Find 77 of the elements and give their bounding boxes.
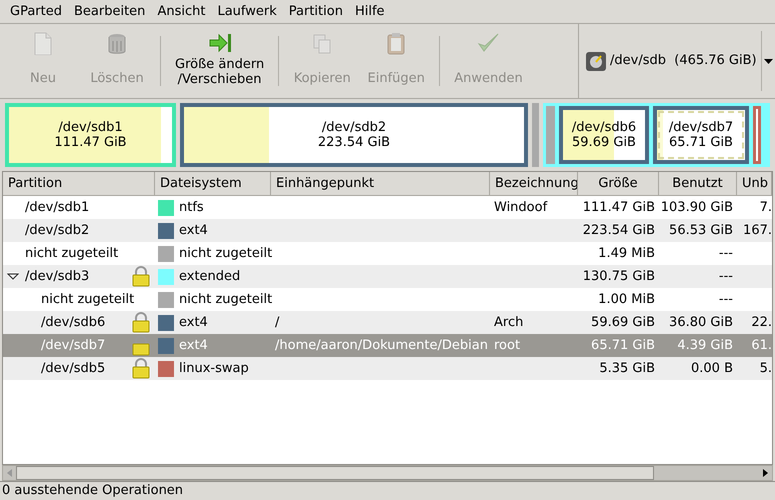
table-cell-text: /dev/sdb1 <box>25 198 90 217</box>
table-cell-text: 111.47 GiB <box>582 198 655 217</box>
table-cell-text: 61. <box>751 336 772 355</box>
copy-icon <box>311 32 334 55</box>
clipboard-icon <box>385 32 408 55</box>
table-row[interactable]: /dev/sdb5 linux-swap 5.35 GiB 0.00 B 5. <box>3 357 772 380</box>
menu-item[interactable]: Laufwerk <box>211 0 283 24</box>
table-cell-text: /dev/sdb5 <box>41 360 106 378</box>
table-cell-text: 65.71 GiB <box>591 336 655 355</box>
menu-item[interactable]: Hilfe <box>348 0 391 24</box>
table-cell-text: /dev/sdb6 <box>41 314 106 332</box>
table-cell-text: --- <box>718 290 733 309</box>
table-cell-text: Windoof <box>494 198 548 217</box>
table-cell-text: ext4 <box>179 336 208 355</box>
menu-item[interactable]: GParted <box>4 0 68 24</box>
table-cell-text: nicht zugeteilt <box>25 244 120 263</box>
table-cell-text: /dev/sdb3 <box>25 268 90 286</box>
column-header[interactable]: Benutzt <box>659 172 737 195</box>
trash-can-icon <box>106 32 128 55</box>
device-selector[interactable]: /dev/sdb (465.76 GiB) <box>585 24 761 98</box>
column-header[interactable]: Unb <box>737 172 772 195</box>
table-cell-text: 59.69 GiB <box>591 314 655 332</box>
partition-size: 65.71 GiB <box>669 135 733 150</box>
table-cell-text: 1.49 MiB <box>598 244 655 263</box>
toolbar-button[interactable]: Größe ändern /Verschieben <box>167 28 272 94</box>
table-cell-text: nicht zugeteilt <box>179 244 272 263</box>
table-row[interactable]: /dev/sdb2 ext4 223.54 GiB 56.53 GiB 167. <box>3 219 772 242</box>
table-row[interactable]: /dev/sdb6 ext4 / Arch 59.69 GiB 36.80 GiB 22. <box>3 311 772 334</box>
table-cell-text: /home/aaron/Dokumente/Debian <box>275 336 488 355</box>
partition-size: 223.54 GiB <box>318 135 390 150</box>
column-header[interactable]: Größe <box>578 172 659 195</box>
partition-size: 111.47 GiB <box>54 135 127 150</box>
column-header[interactable]: Partition <box>3 172 155 195</box>
table-cell-text: extended <box>179 268 240 286</box>
table-cell-text: 22. <box>751 314 772 332</box>
table-cell-text: /dev/sdb7 <box>41 336 106 355</box>
table-cell-text: linux-swap <box>179 360 249 378</box>
table-cell-text: 1.00 MiB <box>598 290 655 309</box>
table-cell-text: nicht zugeteilt <box>41 290 136 309</box>
table-cell-text: 167. <box>743 222 772 240</box>
scrollbar-thumb[interactable] <box>16 466 654 480</box>
column-header[interactable]: Einhängepunkt <box>271 172 490 195</box>
table-cell-text: /dev/sdb2 <box>25 222 90 240</box>
table-row[interactable]: /dev/sdb3 extended 130.75 GiB --- <box>3 265 772 288</box>
table-cell-text: ext4 <box>179 314 208 332</box>
partition-name: /dev/sdb7 <box>668 120 734 135</box>
table-cell-text: 5.35 GiB <box>599 360 655 378</box>
expander-triangle-icon[interactable] <box>7 270 19 282</box>
table-cell-text: 56.53 GiB <box>669 222 733 240</box>
column-header[interactable]: Dateisystem <box>155 172 271 195</box>
table-cell-text: 5. <box>760 360 772 378</box>
table-cell-text: root <box>494 336 520 355</box>
menu-item[interactable]: Bearbeiten <box>68 0 152 24</box>
partition-name: /dev/sdb2 <box>322 120 386 135</box>
table-cell-text: / <box>275 314 280 332</box>
table-cell-text: --- <box>718 268 733 286</box>
table-cell-text: Arch <box>494 314 524 332</box>
status-text: 0 ausstehende Operationen <box>2 482 184 500</box>
table-cell-text: 223.54 GiB <box>582 222 655 240</box>
partition-size: 59.69 GiB <box>572 135 636 150</box>
partition-name: /dev/sdb6 <box>572 120 636 135</box>
table-cell-text: 7. <box>760 198 772 217</box>
arrow-to-bar-icon <box>208 32 231 55</box>
table-cell-text: 4.39 GiB <box>677 336 733 355</box>
table-cell-text: 0.00 B <box>691 360 733 378</box>
table-cell-text: 36.80 GiB <box>669 314 733 332</box>
table-cell-text: 103.90 GiB <box>660 198 733 217</box>
menu-item[interactable]: Partition <box>282 0 349 24</box>
table-cell-text: 130.75 GiB <box>582 268 655 286</box>
horizontal-scrollbar[interactable] <box>2 465 773 481</box>
document-icon <box>32 32 54 55</box>
table-cell-text: nicht zugeteilt <box>179 290 272 309</box>
table-cell-text: --- <box>718 244 733 263</box>
menu-item[interactable]: Ansicht <box>151 0 212 24</box>
table-cell-text: ntfs <box>179 198 204 217</box>
partition-name: /dev/sdb1 <box>58 120 123 135</box>
table-cell-text: ext4 <box>179 222 208 240</box>
